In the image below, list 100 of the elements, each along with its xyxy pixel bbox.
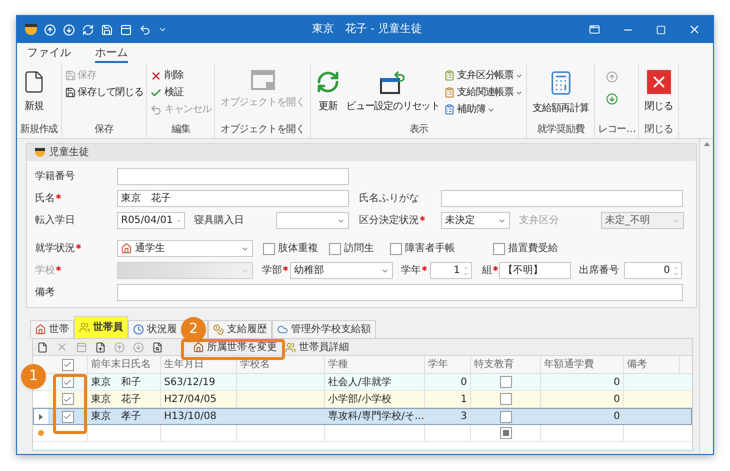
ribbon-button[interactable]: ビュー設定のリセット: [344, 67, 442, 123]
checkbox[interactable]: [263, 242, 275, 254]
checkbox[interactable]: [500, 427, 512, 439]
field-label: 区分決定状況: [359, 214, 419, 227]
column-header[interactable]: 学種: [328, 358, 348, 371]
checkbox[interactable]: [500, 393, 512, 405]
table-cell: 0: [614, 376, 620, 388]
group-label: オブジェクトを開く: [219, 123, 306, 137]
maximize-icon[interactable]: [656, 24, 666, 34]
people-icon: [79, 322, 90, 333]
caret-icon[interactable]: [158, 25, 167, 34]
house-icon: [35, 324, 46, 335]
field-label: 支弁区分: [519, 214, 559, 227]
spinner-icon[interactable]: [463, 264, 469, 276]
number-field[interactable]: 0: [624, 262, 682, 279]
refresh-icon[interactable]: [82, 24, 94, 36]
spinner-icon[interactable]: [673, 264, 679, 276]
ribbon-button[interactable]: 支給関連帳票: [444, 86, 524, 99]
sub-tab[interactable]: 世帯員: [74, 316, 128, 338]
group-label: 表示: [408, 123, 430, 137]
dropdown-field[interactable]: 通学生: [117, 240, 253, 257]
checkbox[interactable]: [390, 242, 402, 254]
text-field[interactable]: [441, 190, 683, 207]
dropdown-field[interactable]: [117, 262, 253, 279]
field-label: 就学状況: [35, 242, 75, 255]
ribbon-button[interactable]: 更新: [314, 67, 342, 123]
field-label: 学年: [401, 264, 421, 277]
save-icon[interactable]: [101, 24, 113, 36]
sub-tab[interactable]: 支給履歴: [208, 320, 272, 338]
column-header[interactable]: 前年末日氏名: [91, 358, 151, 371]
number-field[interactable]: 1: [430, 262, 472, 279]
text-field[interactable]: 東京 花子: [117, 190, 349, 207]
menu-tab[interactable]: ファイル: [27, 46, 71, 63]
refresh-icon: [316, 70, 340, 94]
checkbox-label: 訪問生: [344, 242, 374, 255]
table-cell: 小学部/小学校: [328, 392, 392, 406]
ribbon-button[interactable]: 新規: [20, 67, 48, 123]
table-cell: 0: [460, 376, 467, 388]
close-icon[interactable]: [688, 23, 701, 36]
column-header[interactable]: 年額通学費: [544, 358, 594, 371]
close-icon: [646, 70, 671, 94]
checkbox[interactable]: [500, 376, 512, 388]
scroll-up-icon[interactable]: [704, 142, 710, 146]
dropdown-field[interactable]: [276, 212, 349, 229]
sub-tab[interactable]: 管理外学校支給額: [272, 320, 376, 338]
people-icon: [285, 342, 296, 352]
sub-tab[interactable]: 世帯: [30, 320, 74, 338]
new-row-icon: [38, 430, 44, 436]
step-tooltip: 1: [21, 364, 46, 389]
table-cell: 1: [460, 392, 467, 406]
text-field[interactable]: 【不明】: [499, 262, 571, 279]
ribbon-button[interactable]: 補助簿: [444, 103, 524, 116]
column-header[interactable]: 特支教育: [474, 358, 514, 371]
checkbox[interactable]: [62, 376, 74, 388]
coins-icon: [213, 324, 224, 335]
table-row[interactable]: 東京 孝子 H13/10/08 専攻科/専門学校/そ... 3 0: [33, 408, 692, 425]
table-cell: H27/04/05: [164, 392, 216, 406]
checkbox[interactable]: [493, 242, 505, 254]
save-icon: [64, 70, 76, 81]
ribbon-button[interactable]: 支弁区分帳票: [444, 69, 524, 82]
add-icon[interactable]: [95, 342, 106, 352]
checkbox[interactable]: [62, 393, 74, 405]
checkbox[interactable]: [500, 410, 512, 422]
ribbon-button[interactable]: 保存して閉じる: [64, 86, 144, 99]
ribbon-button[interactable]: 検証: [150, 86, 212, 99]
clipboard-icon: [444, 87, 456, 98]
view-icon[interactable]: [152, 342, 163, 352]
toolbar-button[interactable]: 世帯員詳細: [285, 340, 349, 354]
text-field[interactable]: [117, 284, 683, 301]
dropdown-field[interactable]: R05/04/01: [117, 212, 185, 229]
field-label: 学部: [262, 264, 282, 277]
cloud-icon: [277, 324, 288, 335]
group-label: レコー…: [598, 123, 636, 137]
text-field[interactable]: [117, 168, 349, 185]
checkbox-label: 措置費受給: [508, 242, 558, 255]
undo-icon[interactable]: [139, 24, 151, 36]
window-title: 東京 花子 - 児童生徒: [311, 21, 423, 38]
clipboard-icon: [444, 70, 456, 81]
table-cell: H13/10/08: [164, 410, 216, 423]
clock-icon: [133, 324, 144, 335]
column-header[interactable]: 備考: [627, 358, 647, 371]
column-header[interactable]: 学年: [428, 358, 448, 371]
ribbon-button[interactable]: 支給額再計算: [530, 67, 591, 123]
scrollbar[interactable]: [699, 139, 713, 454]
undo-icon: [150, 104, 162, 116]
checkbox[interactable]: [62, 358, 74, 370]
save-icon: [64, 87, 76, 98]
ribbon-button[interactable]: 閉じる: [642, 67, 675, 123]
ribbon-button[interactable]: 削除: [150, 69, 212, 82]
checkbox[interactable]: [62, 410, 74, 422]
checkbox[interactable]: [329, 242, 341, 254]
field-label: 転入学日: [35, 214, 75, 227]
dropdown-field[interactable]: 未決定: [441, 212, 510, 229]
house-icon: [121, 243, 132, 254]
toolbar-button[interactable]: 所属世帯を変更: [193, 340, 277, 354]
dropdown-field[interactable]: 幼稚部: [290, 262, 393, 279]
ribbon-button[interactable]: [606, 93, 618, 105]
table-row[interactable]: 東京 花子 H27/04/05 小学部/小学校 1 0: [33, 391, 692, 408]
delete-icon[interactable]: [56, 341, 68, 353]
new-icon[interactable]: [37, 342, 48, 352]
